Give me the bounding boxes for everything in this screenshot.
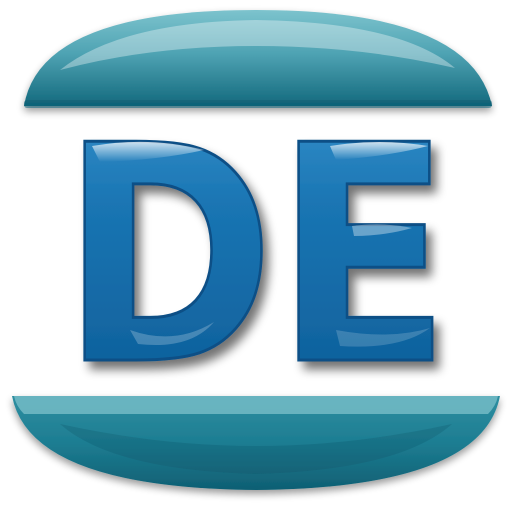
de-monogram-logo-icon: DE: [12, 10, 500, 490]
logo-letters: DE: [60, 81, 453, 433]
logo-text: DE: [61, 82, 451, 431]
logo-canvas: DE: [0, 0, 512, 512]
